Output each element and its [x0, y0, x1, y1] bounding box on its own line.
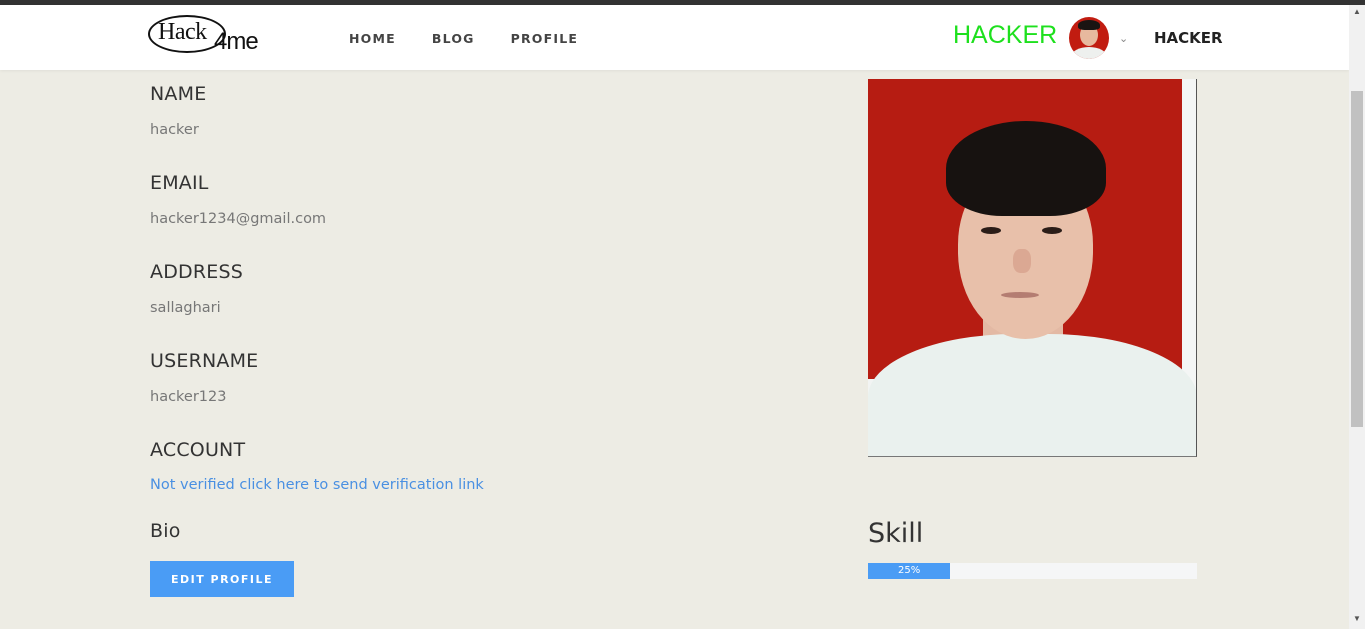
username-value: hacker123 [150, 389, 227, 405]
skill-title: Skill [868, 518, 924, 549]
bio-label: Bio [150, 520, 181, 542]
verification-link[interactable]: Not verified click here to send verifica… [150, 477, 484, 493]
edit-profile-button[interactable]: EDIT PROFILE [150, 561, 294, 597]
avatar-hair [1078, 20, 1100, 30]
current-user-brand: HACKER [953, 21, 1058, 49]
navbar: Hack 4me HOME BLOG PROFILE HACKER ⌄ HACK… [0, 5, 1349, 70]
nav-link-home[interactable]: HOME [349, 31, 396, 46]
name-value: hacker [150, 122, 199, 138]
nav-link-blog[interactable]: BLOG [432, 31, 475, 46]
profile-photo [868, 79, 1197, 457]
scrollbar-thumb[interactable] [1351, 91, 1363, 427]
skill-progress-fill: 25% [868, 563, 951, 579]
skill-progress-bar: 25% [868, 563, 1197, 579]
scroll-down-arrow-icon[interactable]: ▼ [1353, 614, 1361, 623]
username-label: USERNAME [150, 350, 259, 372]
nav-link-profile[interactable]: PROFILE [511, 31, 579, 46]
photo-eye-right [1042, 227, 1062, 234]
scroll-up-arrow-icon[interactable]: ▲ [1353, 7, 1361, 16]
logo-text-4me: 4me [214, 28, 259, 55]
site-logo[interactable]: Hack 4me [148, 12, 268, 58]
nav-links: HOME BLOG PROFILE [349, 31, 614, 46]
user-menu-name[interactable]: HACKER [1154, 29, 1223, 47]
photo-hair [946, 121, 1106, 216]
photo-shirt [868, 334, 1196, 456]
account-label: ACCOUNT [150, 439, 246, 461]
logo-text-hack: Hack [158, 19, 207, 45]
chevron-down-icon[interactable]: ⌄ [1119, 32, 1128, 45]
email-value: hacker1234@gmail.com [150, 211, 327, 227]
vertical-scrollbar[interactable]: ▲ ▼ [1349, 5, 1365, 629]
photo-mouth [1001, 292, 1039, 298]
avatar[interactable] [1069, 17, 1109, 59]
address-label: ADDRESS [150, 261, 243, 283]
avatar-shirt [1071, 47, 1107, 59]
email-label: EMAIL [150, 172, 209, 194]
address-value: sallaghari [150, 300, 221, 316]
name-label: NAME [150, 83, 207, 105]
photo-eye-left [981, 227, 1001, 234]
photo-nose [1013, 249, 1031, 273]
